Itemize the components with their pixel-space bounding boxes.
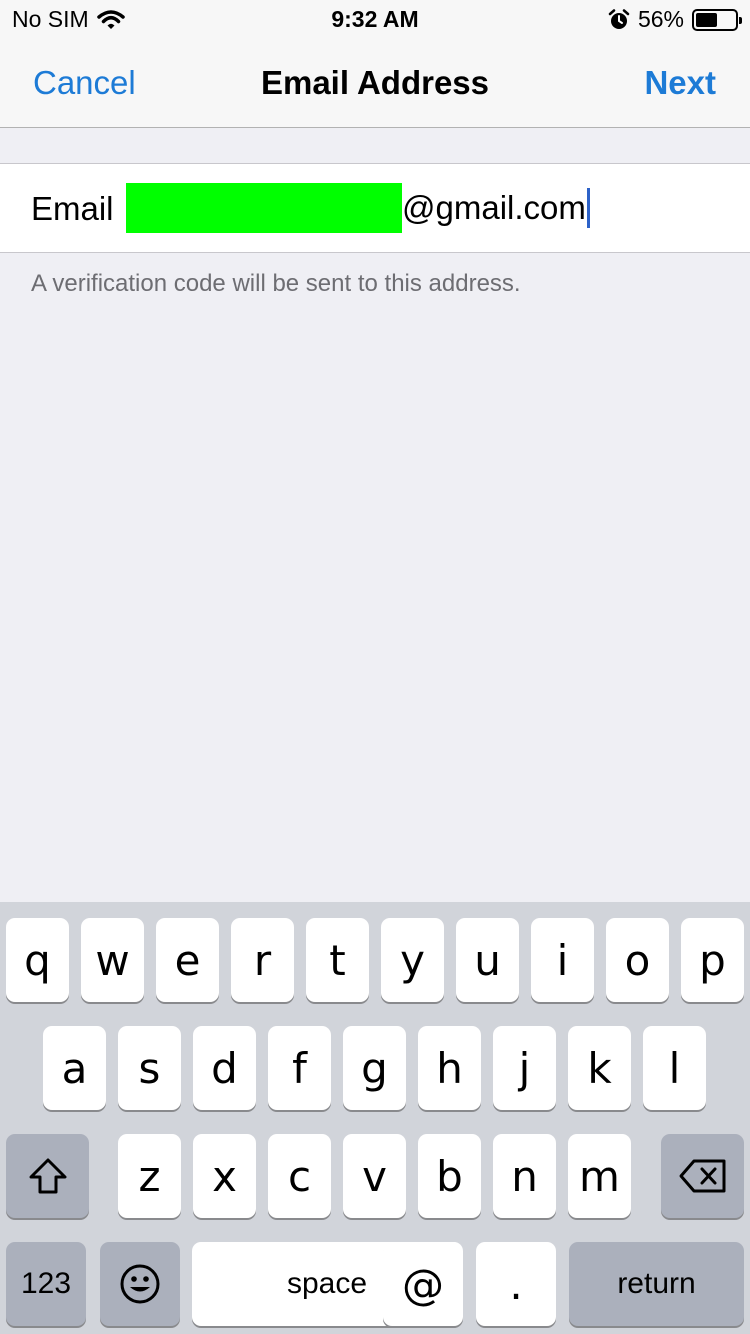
key-m[interactable]: m bbox=[568, 1134, 631, 1218]
key-c[interactable]: c bbox=[268, 1134, 331, 1218]
key-k[interactable]: k bbox=[568, 1026, 631, 1110]
key-t[interactable]: t bbox=[306, 918, 369, 1002]
key-e[interactable]: e bbox=[156, 918, 219, 1002]
key-x[interactable]: x bbox=[193, 1134, 256, 1218]
key-r[interactable]: r bbox=[231, 918, 294, 1002]
shift-key[interactable] bbox=[6, 1134, 89, 1218]
battery-level bbox=[696, 12, 718, 27]
emoji-icon bbox=[120, 1264, 160, 1304]
cancel-button[interactable]: Cancel bbox=[33, 64, 136, 102]
key-u[interactable]: u bbox=[456, 918, 519, 1002]
status-right: 56% bbox=[600, 6, 742, 33]
navigation-bar: Cancel Email Address Next bbox=[0, 40, 750, 128]
verification-hint: A verification code will be sent to this… bbox=[31, 270, 521, 297]
key-n[interactable]: n bbox=[493, 1134, 556, 1218]
text-cursor bbox=[586, 188, 590, 228]
email-domain-text: @gmail.com bbox=[402, 189, 586, 226]
backspace-icon bbox=[679, 1159, 725, 1193]
key-a[interactable]: a bbox=[43, 1026, 106, 1110]
period-key[interactable]: . bbox=[476, 1242, 556, 1326]
keyboard: 123 space @ . return qwertyuiopasdfghjkl… bbox=[0, 902, 750, 1334]
numbers-key[interactable]: 123 bbox=[6, 1242, 86, 1326]
redacted-username bbox=[126, 183, 402, 233]
key-p[interactable]: p bbox=[681, 918, 744, 1002]
backspace-key[interactable] bbox=[661, 1134, 744, 1218]
status-bar: No SIM 9:32 AM 56% bbox=[0, 0, 750, 40]
battery-icon bbox=[692, 8, 742, 31]
key-g[interactable]: g bbox=[343, 1026, 406, 1110]
next-button[interactable]: Next bbox=[644, 64, 716, 102]
key-d[interactable]: d bbox=[193, 1026, 256, 1110]
key-s[interactable]: s bbox=[118, 1026, 181, 1110]
shift-icon bbox=[29, 1158, 66, 1194]
key-b[interactable]: b bbox=[418, 1134, 481, 1218]
emoji-key[interactable] bbox=[100, 1242, 180, 1326]
at-key[interactable]: @ bbox=[383, 1242, 463, 1326]
key-z[interactable]: z bbox=[118, 1134, 181, 1218]
alarm-icon bbox=[608, 8, 630, 29]
key-l[interactable]: l bbox=[643, 1026, 706, 1110]
email-input[interactable]: @gmail.com bbox=[126, 182, 590, 234]
key-q[interactable]: q bbox=[6, 918, 69, 1002]
key-y[interactable]: y bbox=[381, 918, 444, 1002]
key-i[interactable]: i bbox=[531, 918, 594, 1002]
key-j[interactable]: j bbox=[493, 1026, 556, 1110]
return-key[interactable]: return bbox=[569, 1242, 744, 1326]
key-v[interactable]: v bbox=[343, 1134, 406, 1218]
key-o[interactable]: o bbox=[606, 918, 669, 1002]
key-h[interactable]: h bbox=[418, 1026, 481, 1110]
key-w[interactable]: w bbox=[81, 918, 144, 1002]
email-row: Email @gmail.com bbox=[0, 163, 750, 253]
email-label: Email bbox=[31, 190, 114, 227]
key-f[interactable]: f bbox=[268, 1026, 331, 1110]
battery-percent: 56% bbox=[637, 6, 684, 32]
